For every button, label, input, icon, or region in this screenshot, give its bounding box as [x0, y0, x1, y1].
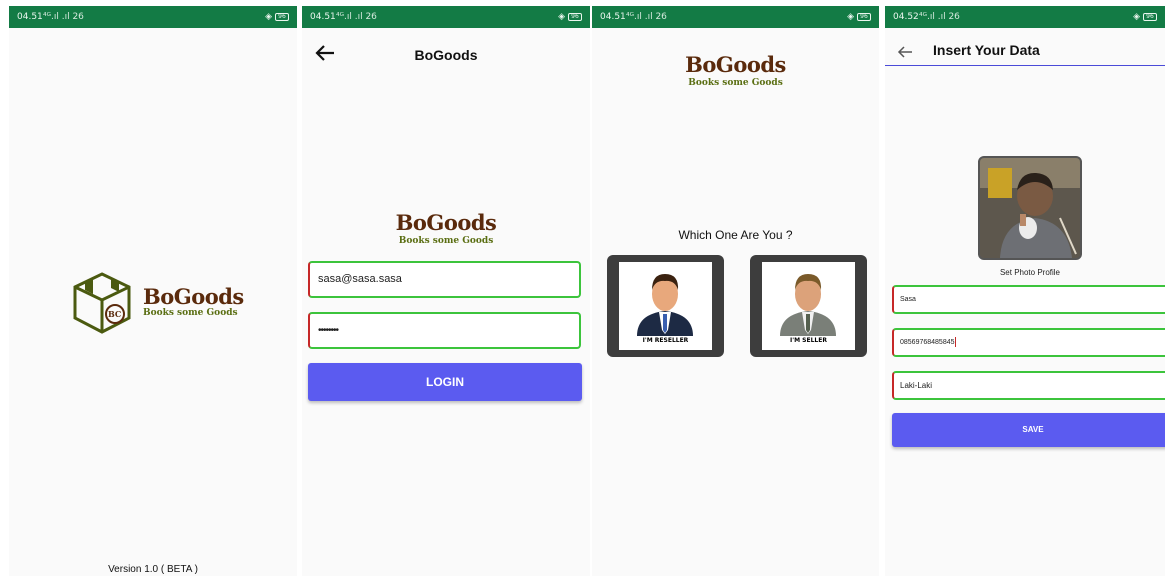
phone-value: 08569768485845: [900, 339, 955, 346]
status-time: 04.52: [893, 12, 919, 22]
status-time: 04.51: [17, 12, 43, 22]
signal-icon: ⁴ᴳ.ıl .ıl 26: [43, 12, 84, 22]
back-button[interactable]: [897, 41, 919, 63]
appbar-divider: [885, 65, 1165, 66]
box-logo-icon: BC: [73, 272, 131, 334]
gender-value: Laki-Laki: [900, 381, 933, 390]
profile-photo[interactable]: [978, 156, 1082, 260]
version-text: Version 1.0 ( BETA ): [108, 564, 198, 575]
status-icons: ◈ 96: [558, 6, 582, 28]
box-logo-text: BC: [108, 309, 121, 319]
alarm-icon: ◈: [558, 12, 565, 22]
logo-tagline: Books some Goods: [398, 236, 494, 246]
status-icons: ◈ 96: [847, 6, 871, 28]
signal-icon: ⁴ᴳ.ıl .ıl 26: [626, 12, 667, 22]
battery-icon: 96: [275, 13, 289, 21]
appbar-title: Insert Your Data: [933, 42, 1040, 58]
screens-row: 04.51 ⁴ᴳ.ıl .ıl 26 ◈ 96 BC BoGoods Books…: [0, 0, 1165, 576]
logo-tagline: Books some Goods: [143, 308, 238, 318]
email-value: sasa@sasa.sasa: [318, 273, 402, 285]
signal-icon: ⁴ᴳ.ıl .ıl 26: [919, 12, 960, 22]
splash-screen: 04.51 ⁴ᴳ.ıl .ıl 26 ◈ 96 BC BoGoods Books…: [9, 6, 297, 576]
name-value: Sasa: [900, 296, 916, 303]
phone-field[interactable]: 08569768485845: [892, 328, 1165, 357]
seller-image: I'M SELLER: [762, 262, 855, 350]
status-icons: ◈ 96: [265, 6, 289, 28]
alarm-icon: ◈: [1133, 12, 1140, 22]
battery-icon: 96: [857, 13, 871, 21]
seller-avatar-icon: [780, 274, 836, 336]
status-bar: 04.51 ⁴ᴳ.ıl .ıl 26 ◈ 96: [302, 6, 590, 28]
battery-icon: 96: [568, 13, 582, 21]
reseller-label: I'M RESELLER: [642, 337, 689, 344]
role-select-screen: 04.51 ⁴ᴳ.ıl .ıl 26 ◈ 96 BoGoods Books so…: [592, 6, 879, 576]
seller-label: I'M SELLER: [790, 337, 827, 344]
password-value: ••••••••: [318, 325, 339, 336]
profile-photo-image: [980, 158, 1080, 258]
alarm-icon: ◈: [847, 12, 854, 22]
logo-tagline: Books some Goods: [688, 78, 783, 88]
reseller-avatar-icon: [637, 274, 693, 336]
battery-icon: 96: [1143, 13, 1157, 21]
password-field[interactable]: ••••••••: [308, 312, 581, 349]
appbar-title: BoGoods: [414, 47, 478, 63]
signal-icon: ⁴ᴳ.ıl .ıl 26: [336, 12, 377, 22]
arrow-left-icon: [897, 46, 912, 58]
app-logo: BC BoGoods Books some Goods: [71, 270, 251, 340]
gender-field[interactable]: Laki-Laki: [892, 371, 1165, 400]
reseller-image: I'M RESELLER: [619, 262, 712, 350]
save-label: SAVE: [1022, 425, 1044, 434]
logo-name: BoGoods: [395, 210, 497, 235]
status-time: 04.51: [310, 12, 336, 22]
app-logo: BoGoods Books some Goods: [592, 52, 879, 88]
login-screen: 04.51 ⁴ᴳ.ıl .ıl 26 ◈ 96 BoGoods BoGoods …: [302, 6, 590, 576]
name-field[interactable]: Sasa: [892, 285, 1165, 314]
text-cursor: [954, 337, 956, 348]
alarm-icon: ◈: [265, 12, 272, 22]
status-bar: 04.52 ⁴ᴳ.ıl .ıl 26 ◈ 96: [885, 6, 1165, 28]
status-bar: 04.51 ⁴ᴳ.ıl .ıl 26 ◈ 96: [592, 6, 879, 28]
email-field[interactable]: sasa@sasa.sasa: [308, 261, 581, 298]
status-time: 04.51: [600, 12, 626, 22]
reseller-card[interactable]: I'M RESELLER: [607, 255, 724, 357]
login-label: LOGIN: [426, 375, 464, 389]
login-button[interactable]: LOGIN: [308, 363, 582, 401]
logo-name: BoGoods: [143, 284, 244, 309]
photo-caption: Set Photo Profile: [999, 268, 1061, 277]
save-button[interactable]: SAVE: [892, 413, 1165, 447]
app-logo: BoGoods Books some Goods: [302, 210, 590, 246]
role-question: Which One Are You ?: [678, 228, 793, 242]
status-icons: ◈ 96: [1133, 6, 1157, 28]
insert-data-screen: 04.52 ⁴ᴳ.ıl .ıl 26 ◈ 96 Insert Your Data: [885, 6, 1165, 576]
seller-card[interactable]: I'M SELLER: [750, 255, 867, 357]
logo-name: BoGoods: [685, 52, 786, 77]
status-bar: 04.51 ⁴ᴳ.ıl .ıl 26 ◈ 96: [9, 6, 297, 28]
